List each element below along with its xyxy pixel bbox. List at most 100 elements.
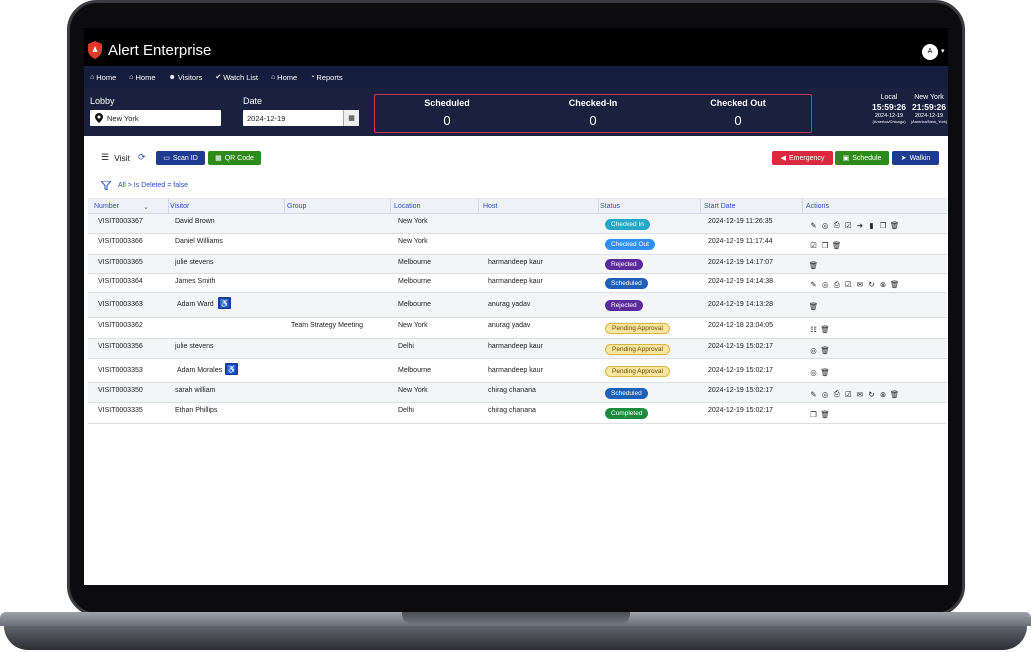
trash-icon[interactable]: 🗑	[820, 367, 831, 377]
lobby-value: New York	[107, 113, 139, 123]
group-icon[interactable]: ☷	[808, 325, 819, 335]
checkbox-icon[interactable]: ☑	[843, 280, 854, 290]
column-header-number[interactable]: Number	[94, 203, 119, 210]
trash-icon[interactable]: 🗑	[820, 345, 831, 355]
status-badge: Scheduled	[605, 387, 648, 399]
column-divider[interactable]	[390, 199, 391, 215]
menu-icon[interactable]: ☰	[101, 152, 109, 163]
table-row[interactable]: VISIT0003353 Adam Morales Melbourne harmand…	[88, 359, 947, 383]
nav-item-home[interactable]: ⌂ Home	[90, 73, 116, 82]
trash-icon[interactable]: 🗑	[831, 241, 842, 251]
walkin-button[interactable]: ➤ Walkin	[892, 151, 939, 165]
caret-down-icon[interactable]: ▾	[941, 47, 945, 55]
info-bar: Lobby New York Date 2024-12-19 ▦ Schedul…	[84, 88, 948, 136]
column-divider[interactable]	[168, 199, 169, 215]
trash-icon[interactable]: 🗑	[820, 325, 831, 335]
user-circle-icon[interactable]: ◎	[808, 345, 819, 355]
table-row[interactable]: VISIT0003365 julie stevens Melbourne harman…	[88, 255, 947, 274]
date-value: 2024-12-19	[247, 113, 286, 123]
print-icon[interactable]: ⎙	[831, 389, 842, 399]
edit-icon[interactable]: ✎	[808, 220, 819, 230]
scan-id-button[interactable]: ▭ Scan ID	[156, 151, 205, 165]
column-header-actions[interactable]: Actions	[806, 203, 829, 210]
qr-code-button[interactable]: ▦ QR Code	[208, 151, 261, 165]
calendar-icon[interactable]: ▦	[343, 110, 359, 126]
copy-icon[interactable]: ❐	[878, 220, 889, 230]
column-header-host[interactable]: Host	[483, 203, 497, 210]
table-row[interactable]: VISIT0003364 James Smith Melbourne harmande…	[88, 274, 947, 293]
visit-number: VISIT0003366	[98, 238, 143, 245]
checkbox-icon[interactable]: ☑	[843, 389, 854, 399]
row-actions: 🗑	[808, 302, 820, 312]
trash-icon[interactable]: 🗑	[808, 302, 819, 312]
main-nav: ⌂ Home ⌂ Home ☻ Visitors ✔ Watch List ⌂ Home ◔ Repo…	[84, 66, 948, 88]
nav-item-watch-list[interactable]: ✔ Watch List	[215, 73, 258, 82]
column-header-location[interactable]: Location	[394, 203, 420, 210]
refresh-icon[interactable]: ↻	[866, 280, 877, 290]
location-name: New York	[398, 238, 428, 245]
print-icon[interactable]: ⎙	[831, 220, 842, 230]
host-name: chirag chanana	[488, 407, 536, 414]
emergency-button[interactable]: ◀ Emergency	[772, 151, 833, 165]
filter-icon[interactable]	[101, 181, 111, 190]
column-header-visitor[interactable]: Visitor	[170, 203, 189, 210]
filter-row[interactable]: All > Is Deleted = false	[101, 181, 188, 190]
nav-item-reports[interactable]: ◔ Reports	[310, 73, 343, 82]
column-divider[interactable]	[802, 199, 803, 215]
table-row[interactable]: VISIT0003362 Team Strategy Meeting New Yor…	[88, 318, 947, 339]
edit-icon[interactable]: ✎	[808, 389, 819, 399]
badge-icon[interactable]: ▮	[866, 220, 877, 230]
user-circle-icon[interactable]: ◎	[808, 367, 819, 377]
column-divider[interactable]	[598, 199, 599, 215]
nav-item-label: Watch List	[223, 72, 258, 82]
nav-item-home[interactable]: ⌂ Home	[271, 73, 297, 82]
start-date: 2024-12-19 11:17:44	[708, 238, 773, 245]
stat-checked-out: Checked Out 0	[710, 98, 766, 128]
checkout-icon[interactable]: ➜	[854, 220, 865, 230]
qr-icon: ▦	[215, 155, 222, 162]
table-row[interactable]: VISIT0003350 sarah william New York chirag …	[88, 383, 947, 403]
trash-icon[interactable]: 🗑	[889, 389, 900, 399]
column-divider[interactable]	[284, 199, 285, 215]
schedule-button[interactable]: ▣ Schedule	[835, 151, 889, 165]
mail-icon[interactable]: ✉	[854, 280, 865, 290]
checkbox-icon[interactable]: ☑	[843, 220, 854, 230]
copy-icon[interactable]: ❐	[820, 241, 831, 251]
column-header-status[interactable]: Status	[600, 203, 620, 210]
nav-item-visitors[interactable]: ☻ Visitors	[169, 73, 203, 82]
table-row[interactable]: VISIT0003367 David Brown New York 2024-12-1…	[88, 214, 947, 234]
nav-item-home[interactable]: ⌂ Home	[129, 73, 155, 82]
checkbox-icon[interactable]: ☑	[808, 241, 819, 251]
trash-icon[interactable]: 🗑	[820, 410, 831, 420]
user-avatar[interactable]: A	[922, 44, 938, 60]
cancel-circle-icon[interactable]: ⊗	[878, 280, 889, 290]
sort-chevron-icon[interactable]: ⌄	[143, 203, 149, 211]
date-field[interactable]: 2024-12-19 ▦	[243, 110, 359, 126]
column-divider[interactable]	[478, 199, 479, 215]
row-actions: ☷ 🗑	[808, 325, 831, 335]
start-date: 2024-12-19 14:17:07	[708, 259, 773, 266]
trash-icon[interactable]: 🗑	[808, 261, 819, 271]
start-date: 2024-12-19 14:14:38	[708, 278, 773, 285]
table-row[interactable]: VISIT0003356 julie stevens Delhi harmandeep…	[88, 339, 947, 359]
trash-icon[interactable]: 🗑	[889, 280, 900, 290]
cancel-circle-icon[interactable]: ⊗	[878, 389, 889, 399]
user-circle-icon[interactable]: ◎	[820, 280, 831, 290]
refresh-icon[interactable]: ⟳	[138, 152, 146, 163]
column-divider[interactable]	[700, 199, 701, 215]
table-row[interactable]: VISIT0003363 Adam Ward Melbourne anurag yad…	[88, 293, 947, 318]
edit-icon[interactable]: ✎	[808, 280, 819, 290]
nav-item-label: Visitors	[177, 72, 203, 82]
mail-icon[interactable]: ✉	[854, 389, 865, 399]
trash-icon[interactable]: 🗑	[889, 220, 900, 230]
table-row[interactable]: VISIT0003335 Ethan Phillips Delhi chirag ch…	[88, 403, 947, 424]
user-circle-icon[interactable]: ◎	[820, 389, 831, 399]
table-row[interactable]: VISIT0003366 Daniel Williams New York 2024-…	[88, 234, 947, 255]
column-header-start-date[interactable]: Start Date	[704, 203, 736, 210]
lobby-select[interactable]: New York	[90, 110, 221, 126]
print-icon[interactable]: ⎙	[831, 280, 842, 290]
user-circle-icon[interactable]: ◎	[820, 220, 831, 230]
copy-icon[interactable]: ❐	[808, 410, 819, 420]
refresh-icon[interactable]: ↻	[866, 389, 877, 399]
column-header-group[interactable]: Group	[287, 203, 306, 210]
